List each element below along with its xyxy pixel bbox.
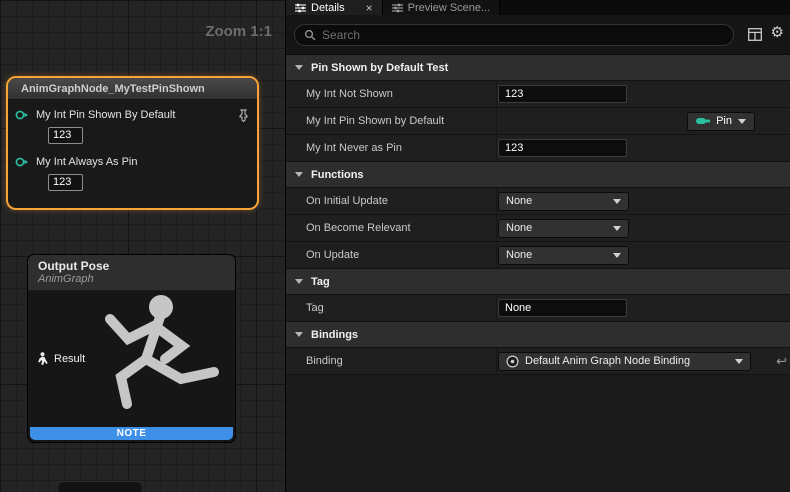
my-int-not-shown-input[interactable] <box>498 85 627 103</box>
on-become-relevant-dropdown[interactable]: None <box>498 219 629 238</box>
property-label: My Int Pin Shown by Default <box>286 115 496 127</box>
details-panel: Details × Preview Scene... <box>285 0 790 492</box>
node-subtitle: AnimGraph <box>38 273 225 285</box>
pin-value-input[interactable]: 123 <box>48 127 83 144</box>
gear-icon[interactable]: ⚙ <box>771 25 784 40</box>
chevron-down-icon <box>613 253 621 258</box>
pin-dropdown-value: Pin <box>716 115 732 127</box>
category-title: Pin Shown by Default Test <box>311 62 448 74</box>
chevron-down-icon <box>295 65 303 70</box>
promote-pin-icon[interactable] <box>238 109 249 122</box>
node-title: Output Pose <box>38 259 225 273</box>
view-options-icon[interactable] <box>748 28 762 41</box>
on-update-dropdown[interactable]: None <box>498 246 629 265</box>
category-bindings[interactable]: Bindings <box>286 322 790 348</box>
category-pin-shown-by-default-test[interactable]: Pin Shown by Default Test <box>286 55 790 81</box>
dropdown-value: Default Anim Graph Node Binding <box>525 355 690 367</box>
property-label: Tag <box>286 302 496 314</box>
dropdown-value: None <box>506 249 532 261</box>
binding-dropdown[interactable]: Default Anim Graph Node Binding <box>498 352 751 371</box>
search-box[interactable] <box>294 24 734 46</box>
pin-label: My Int Pin Shown By Default <box>36 109 175 121</box>
tab-label: Preview Scene... <box>408 2 491 14</box>
tab-bar: Details × Preview Scene... <box>286 0 790 15</box>
property-label: On Become Relevant <box>286 222 496 234</box>
search-icon <box>304 29 316 41</box>
property-row: On Initial Update None <box>286 188 790 215</box>
preview-scene-tab-icon <box>392 3 403 13</box>
property-label: My Int Not Shown <box>286 88 496 100</box>
app-window: Zoom 1:1 AnimGraphNode_MyTestPinShown My… <box>0 0 790 492</box>
property-label: On Update <box>286 249 496 261</box>
graph-canvas[interactable]: Zoom 1:1 AnimGraphNode_MyTestPinShown My… <box>0 0 285 492</box>
chevron-down-icon <box>735 359 743 364</box>
dropdown-value: None <box>506 195 532 207</box>
pin-icon <box>696 117 710 125</box>
details-tab-icon <box>295 3 306 13</box>
anim-graph-node[interactable]: AnimGraphNode_MyTestPinShown My Int Pin … <box>6 76 259 210</box>
property-label: My Int Never as Pin <box>286 142 496 154</box>
dropdown-value: None <box>506 222 532 234</box>
int-pin-icon[interactable] <box>14 109 30 121</box>
pin-value-input[interactable]: 123 <box>48 174 83 191</box>
search-toolbar: ⚙ <box>286 15 790 55</box>
property-label: On Initial Update <box>286 195 496 207</box>
int-pin-icon[interactable] <box>14 156 30 168</box>
category-title: Functions <box>311 169 364 181</box>
result-pin[interactable]: Result <box>37 352 85 365</box>
pin-label: My Int Always As Pin <box>36 156 137 168</box>
on-initial-update-dropdown[interactable]: None <box>498 192 629 211</box>
tab-label: Details <box>311 2 345 14</box>
property-row: My Int Never as Pin <box>286 135 790 162</box>
my-int-never-as-pin-input[interactable] <box>498 139 627 157</box>
chevron-down-icon <box>613 199 621 204</box>
property-label: Binding <box>286 355 496 367</box>
pose-pin-icon <box>37 352 48 365</box>
category-title: Bindings <box>311 329 358 341</box>
result-pin-label: Result <box>54 353 85 365</box>
chevron-down-icon <box>295 332 303 337</box>
binding-icon <box>506 355 519 368</box>
close-icon[interactable]: × <box>366 2 373 14</box>
property-row: My Int Pin Shown by Default Pin <box>286 108 790 135</box>
property-row: Binding Default Anim Graph Node Binding … <box>286 348 790 375</box>
output-pose-node[interactable]: Output Pose AnimGraph Result NOTE <box>27 254 236 443</box>
search-input[interactable] <box>322 28 724 42</box>
chevron-down-icon <box>295 172 303 177</box>
chevron-down-icon <box>613 226 621 231</box>
property-row: On Become Relevant None <box>286 215 790 242</box>
node-title[interactable]: AnimGraphNode_MyTestPinShown <box>8 78 257 100</box>
chevron-down-icon <box>738 119 746 124</box>
category-tag[interactable]: Tag <box>286 269 790 295</box>
tag-input[interactable] <box>498 299 627 317</box>
tab-details[interactable]: Details × <box>286 0 382 15</box>
note-badge[interactable]: NOTE <box>30 427 233 440</box>
chevron-down-icon <box>295 279 303 284</box>
partial-node[interactable] <box>57 481 143 492</box>
category-functions[interactable]: Functions <box>286 162 790 188</box>
category-title: Tag <box>311 276 330 288</box>
node-header[interactable]: Output Pose AnimGraph <box>28 255 235 291</box>
zoom-indicator: Zoom 1:1 <box>205 23 272 40</box>
tab-preview-scene[interactable]: Preview Scene... <box>382 0 501 15</box>
property-row: On Update None <box>286 242 790 269</box>
reset-to-default-icon[interactable]: ↩ <box>776 355 787 368</box>
pin-visibility-dropdown[interactable]: Pin <box>687 112 755 131</box>
property-row: My Int Not Shown <box>286 81 790 108</box>
property-row: Tag <box>286 295 790 322</box>
